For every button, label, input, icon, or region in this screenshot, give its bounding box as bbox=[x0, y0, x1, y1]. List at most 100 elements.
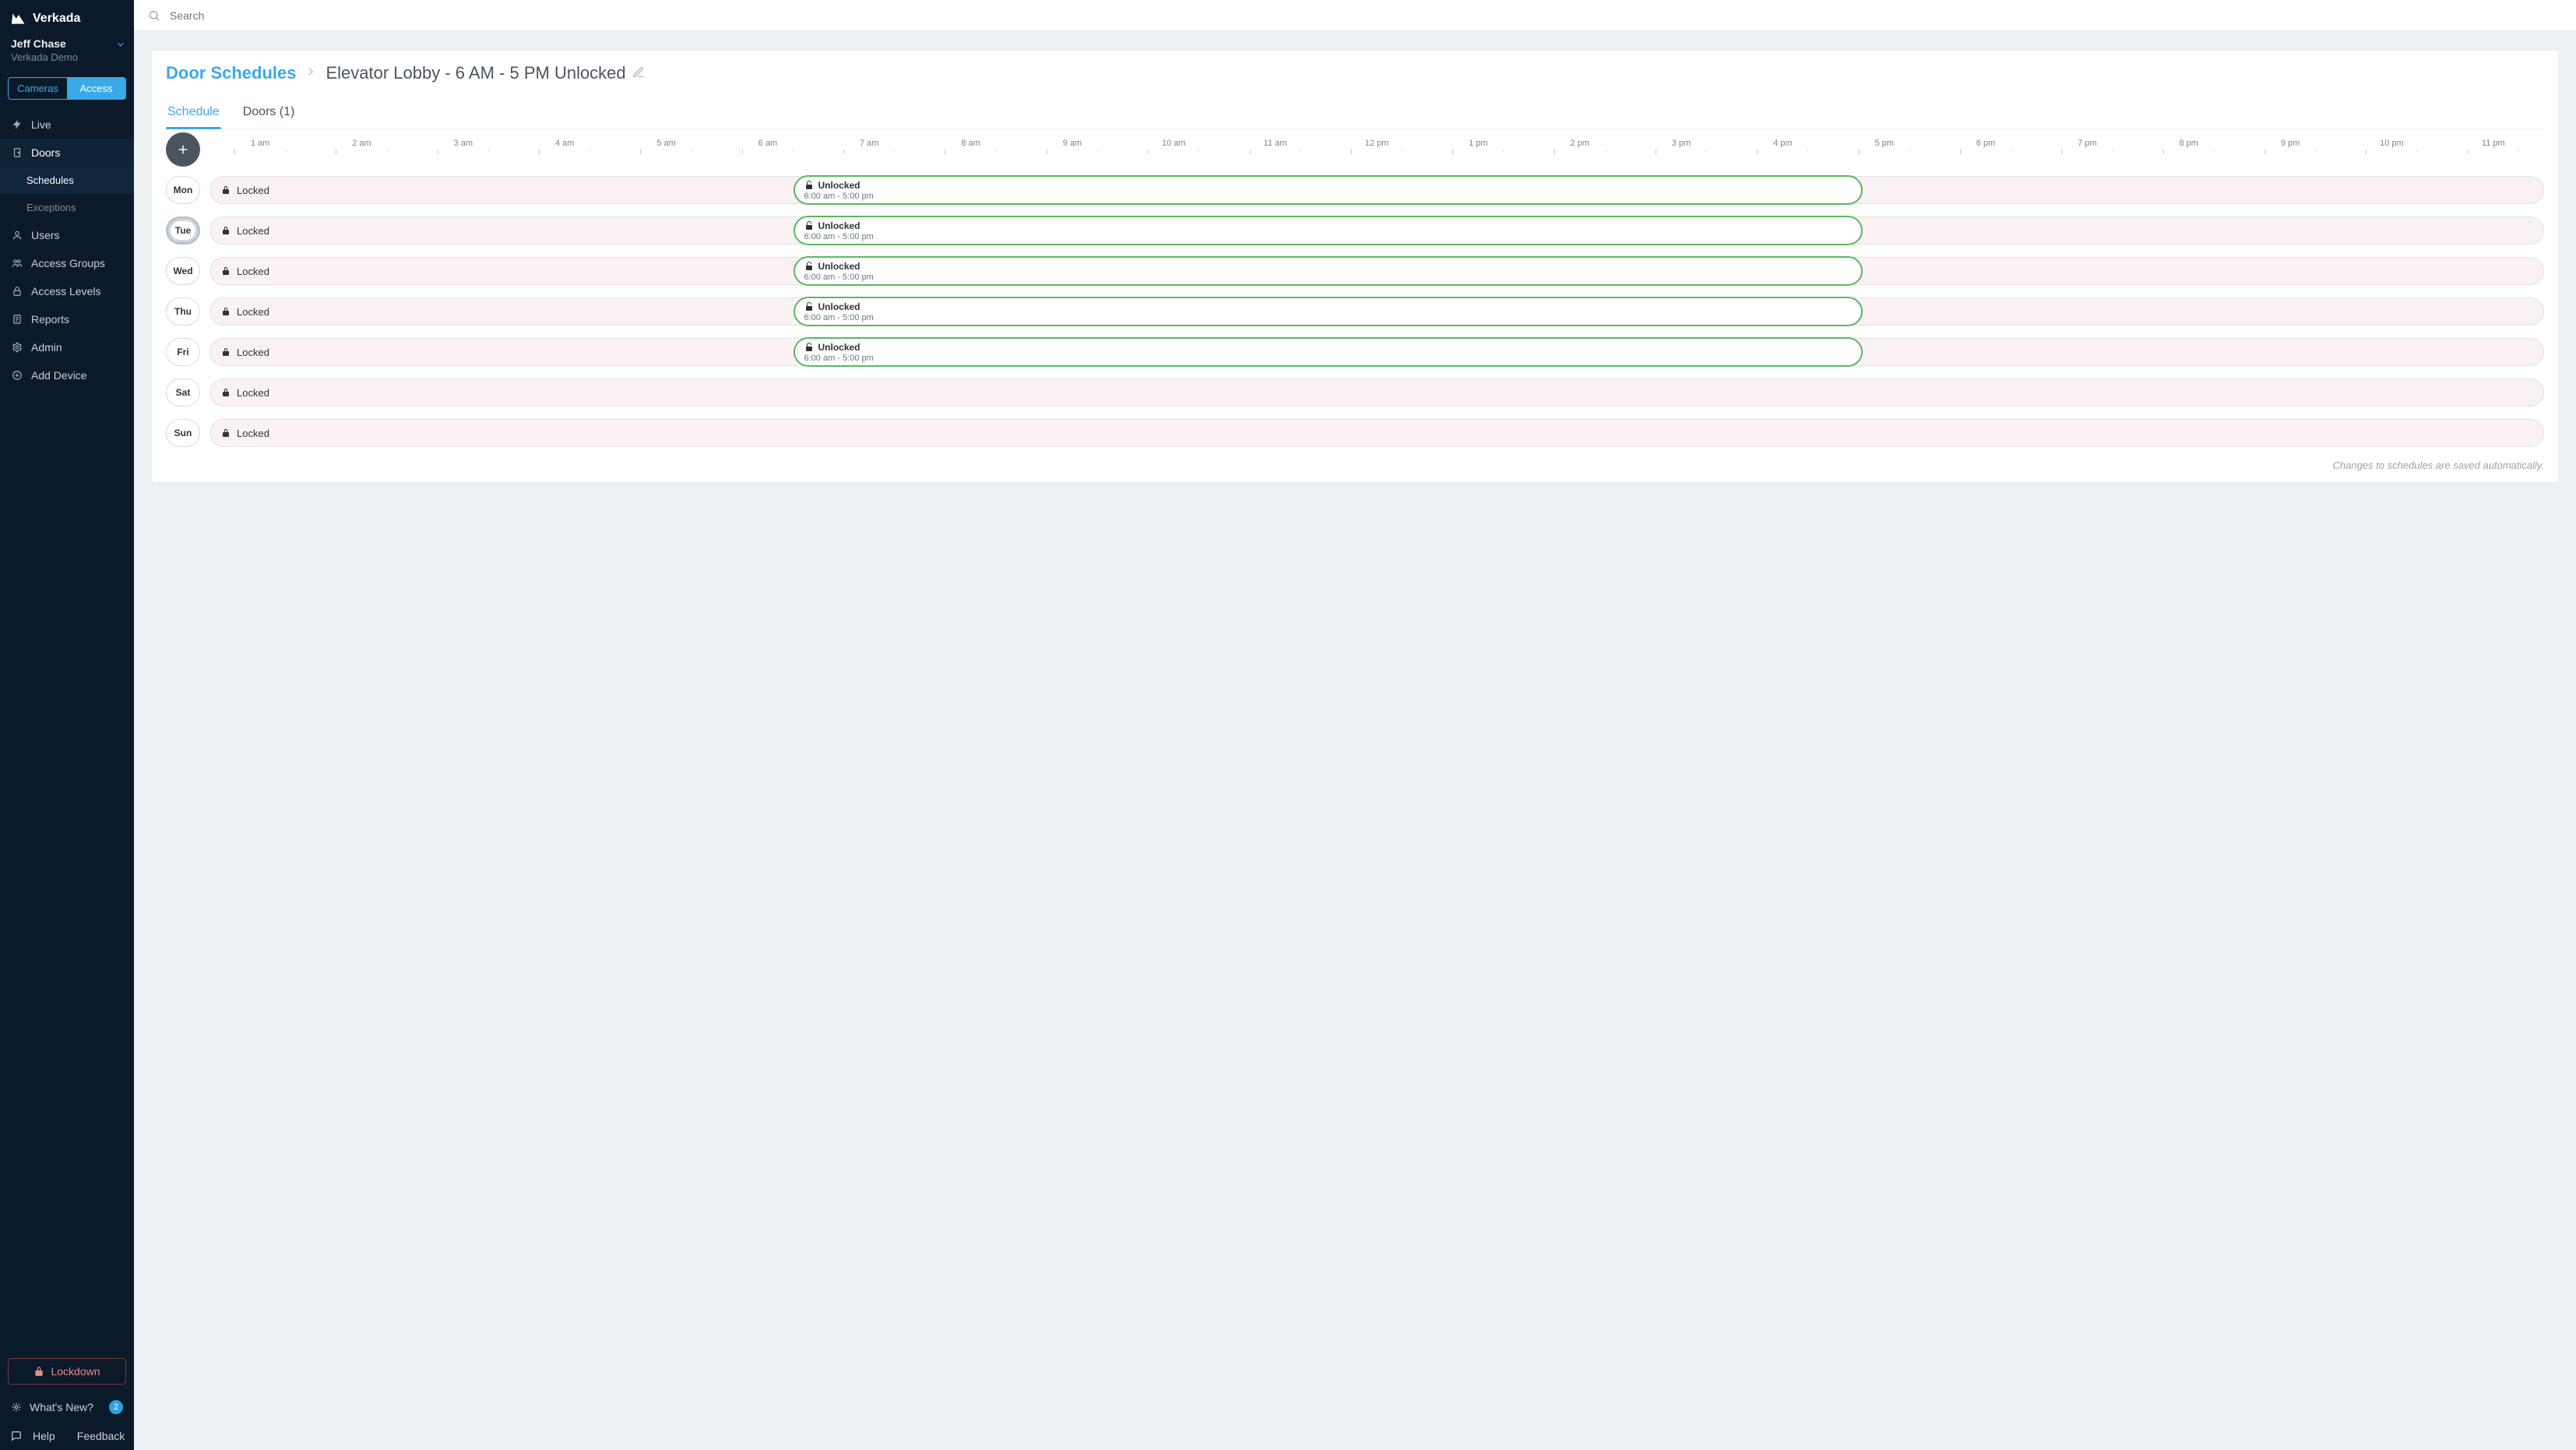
tick-mark bbox=[1072, 150, 1123, 154]
breadcrumb-root[interactable]: Door Schedules bbox=[166, 63, 296, 83]
day-track[interactable]: LockedUnlocked6:00 am - 5:00 pm bbox=[209, 297, 2544, 326]
account-org: Verkada Demo bbox=[11, 51, 123, 63]
time-label: 3 am bbox=[413, 139, 514, 148]
tick-mark bbox=[920, 150, 970, 154]
time-label: 4 pm bbox=[1732, 139, 1833, 148]
gear-icon bbox=[11, 342, 23, 353]
time-label: 12 pm bbox=[1326, 139, 1427, 148]
lockdown-button[interactable]: Lockdown bbox=[8, 1358, 126, 1385]
brand-logo-icon bbox=[11, 11, 26, 26]
tick-mark bbox=[362, 150, 413, 154]
tick-mark bbox=[2036, 150, 2087, 154]
time-label: 8 am bbox=[920, 139, 1021, 148]
nav-schedules-label: Schedules bbox=[26, 174, 74, 186]
day-chip[interactable]: Wed bbox=[166, 257, 200, 285]
help-link[interactable]: Help bbox=[33, 1430, 55, 1442]
locked-bar[interactable]: Locked bbox=[209, 419, 2544, 447]
nav-access-groups[interactable]: Access Groups bbox=[0, 249, 134, 277]
time-label: 3 pm bbox=[1631, 139, 1732, 148]
day-chip[interactable]: Mon bbox=[166, 176, 200, 204]
nav-access-groups-label: Access Groups bbox=[31, 257, 105, 269]
unlocked-segment[interactable]: Unlocked6:00 am - 5:00 pm bbox=[794, 175, 1863, 205]
tick-mark bbox=[463, 150, 514, 154]
search-bar bbox=[134, 0, 2576, 31]
whats-new-label: What's New? bbox=[30, 1401, 93, 1413]
brand[interactable]: Verkada bbox=[0, 0, 134, 34]
day-track[interactable]: LockedUnlocked6:00 am - 5:00 pm bbox=[209, 176, 2544, 204]
day-chip[interactable]: Thu bbox=[166, 297, 200, 326]
time-label: 11 am bbox=[1224, 139, 1325, 148]
time-label: 7 pm bbox=[2036, 139, 2138, 148]
nav-users[interactable]: Users bbox=[0, 221, 134, 249]
search-input[interactable] bbox=[168, 9, 2562, 23]
locked-bar[interactable]: Locked bbox=[209, 378, 2544, 406]
day-track[interactable]: Locked Unlocked6:00 am - 5:00 pm bbox=[209, 216, 2544, 245]
nav-exceptions-label: Exceptions bbox=[26, 202, 76, 213]
day-chip[interactable]: Fri bbox=[166, 338, 200, 366]
nav-admin[interactable]: Admin bbox=[0, 333, 134, 361]
whats-new-row[interactable]: What's New? 2 bbox=[0, 1392, 134, 1422]
tick-mark bbox=[1377, 150, 1427, 154]
nav-exceptions[interactable]: Exceptions bbox=[0, 194, 134, 221]
sparkle-icon bbox=[11, 1402, 22, 1413]
unlocked-segment[interactable]: Unlocked6:00 am - 5:00 pm bbox=[794, 297, 1863, 326]
nav-doors[interactable]: Doors bbox=[0, 139, 134, 167]
add-schedule-button[interactable] bbox=[166, 132, 200, 167]
day-track[interactable]: Locked bbox=[209, 419, 2544, 447]
tick-mark bbox=[1681, 150, 1732, 154]
day-track[interactable]: Locked bbox=[209, 378, 2544, 406]
day-track[interactable]: LockedUnlocked6:00 am - 5:00 pm bbox=[209, 257, 2544, 285]
unlocked-segment[interactable]: Unlocked6:00 am - 5:00 pm bbox=[794, 216, 1863, 245]
nav-schedules[interactable]: Schedules bbox=[0, 167, 134, 194]
unlocked-label: Unlocked bbox=[818, 342, 860, 353]
day-chip[interactable]: Sun bbox=[166, 419, 200, 447]
unlocked-range: 6:00 am - 5:00 pm bbox=[804, 232, 1853, 241]
unlocked-segment[interactable]: Unlocked6:00 am - 5:00 pm bbox=[794, 337, 1863, 367]
day-chip[interactable]: Sat bbox=[166, 378, 200, 406]
schedule-row: Tue Locked Unlocked6:00 am - 5:00 pm bbox=[166, 216, 2544, 245]
tick-mark bbox=[1631, 150, 1681, 154]
time-label: 5 pm bbox=[1834, 139, 1935, 148]
nav-add-device[interactable]: Add Device bbox=[0, 361, 134, 389]
unlocked-segment[interactable]: Unlocked6:00 am - 5:00 pm bbox=[794, 256, 1863, 286]
lock-icon bbox=[221, 307, 231, 316]
feedback-link[interactable]: Feedback bbox=[77, 1430, 125, 1442]
time-label: 9 pm bbox=[2240, 139, 2341, 148]
nav-reports[interactable]: Reports bbox=[0, 305, 134, 333]
edit-title-button[interactable] bbox=[632, 63, 645, 83]
account-switcher[interactable]: Jeff Chase Verkada Demo bbox=[0, 34, 134, 72]
time-label: 8 pm bbox=[2138, 139, 2240, 148]
chevron-down-icon bbox=[115, 39, 126, 52]
tick-mark bbox=[667, 150, 717, 154]
day-chip[interactable]: Tue bbox=[166, 216, 200, 245]
breadcrumb: Door Schedules Elevator Lobby - 6 AM - 5… bbox=[166, 63, 2544, 83]
time-label: 11 pm bbox=[2443, 139, 2544, 148]
unlock-icon bbox=[804, 262, 814, 271]
nav-live[interactable]: Live bbox=[0, 111, 134, 139]
time-label: 2 am bbox=[311, 139, 412, 148]
day-track[interactable]: LockedUnlocked6:00 am - 5:00 pm bbox=[209, 338, 2544, 366]
tick-mark bbox=[615, 150, 666, 154]
tab-schedule[interactable]: Schedule bbox=[166, 97, 221, 128]
tick-mark bbox=[2087, 150, 2138, 154]
unlock-icon bbox=[804, 302, 814, 311]
nav-access-levels[interactable]: Access Levels bbox=[0, 277, 134, 305]
unlocked-label: Unlocked bbox=[818, 220, 860, 231]
mode-cameras-button[interactable]: Cameras bbox=[9, 78, 67, 99]
bolt-icon bbox=[11, 119, 23, 130]
tick-mark bbox=[717, 150, 768, 154]
tick-mark bbox=[1478, 150, 1529, 154]
mode-access-button[interactable]: Access bbox=[67, 78, 125, 99]
tick-mark bbox=[971, 150, 1022, 154]
schedule-rows: MonLockedUnlocked6:00 am - 5:00 pmTueLoc… bbox=[166, 176, 2544, 447]
tick-mark bbox=[1224, 150, 1275, 154]
chevron-right-icon bbox=[304, 63, 318, 83]
nav-reports-label: Reports bbox=[31, 313, 69, 326]
unlock-icon bbox=[804, 181, 814, 190]
document-icon bbox=[11, 314, 23, 325]
plus-circle-icon bbox=[11, 370, 23, 381]
tick-mark bbox=[1580, 150, 1631, 154]
locked-label: Locked bbox=[237, 225, 269, 237]
time-label: 10 am bbox=[1123, 139, 1224, 148]
tab-doors[interactable]: Doors (1) bbox=[241, 97, 297, 128]
